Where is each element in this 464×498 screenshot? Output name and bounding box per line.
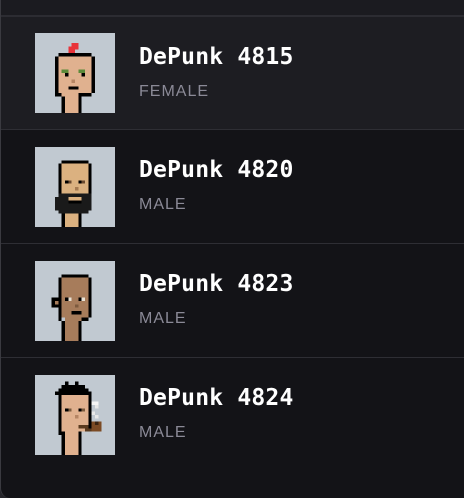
punk-beard-avatar	[35, 147, 115, 227]
list-item-depunk-4820[interactable]: DePunk 4820 MALE	[1, 130, 464, 243]
nft-list-panel: DePunk 4815 FEMALE DePunk 4820 MALE DePu…	[0, 0, 464, 498]
item-subtitle: MALE	[139, 196, 187, 213]
item-title: DePunk 4824	[139, 385, 294, 411]
item-subtitle: FEMALE	[139, 83, 210, 100]
item-title: DePunk 4820	[139, 157, 294, 183]
item-subtitle: MALE	[139, 310, 187, 327]
punk-dark-skin-avatar	[35, 261, 115, 341]
list-item-depunk-4823[interactable]: DePunk 4823 MALE	[1, 244, 464, 357]
item-title: DePunk 4823	[139, 271, 294, 297]
list-item-depunk-4824[interactable]: DePunk 4824 MALE	[1, 358, 464, 471]
item-subtitle: MALE	[139, 424, 187, 441]
punk-mohawk-avatar	[35, 33, 115, 113]
list-item-depunk-4815[interactable]: DePunk 4815 FEMALE	[1, 17, 464, 130]
item-title: DePunk 4815	[139, 44, 294, 70]
list-top-edge	[1, 0, 464, 17]
punk-pipe-avatar	[35, 375, 115, 455]
